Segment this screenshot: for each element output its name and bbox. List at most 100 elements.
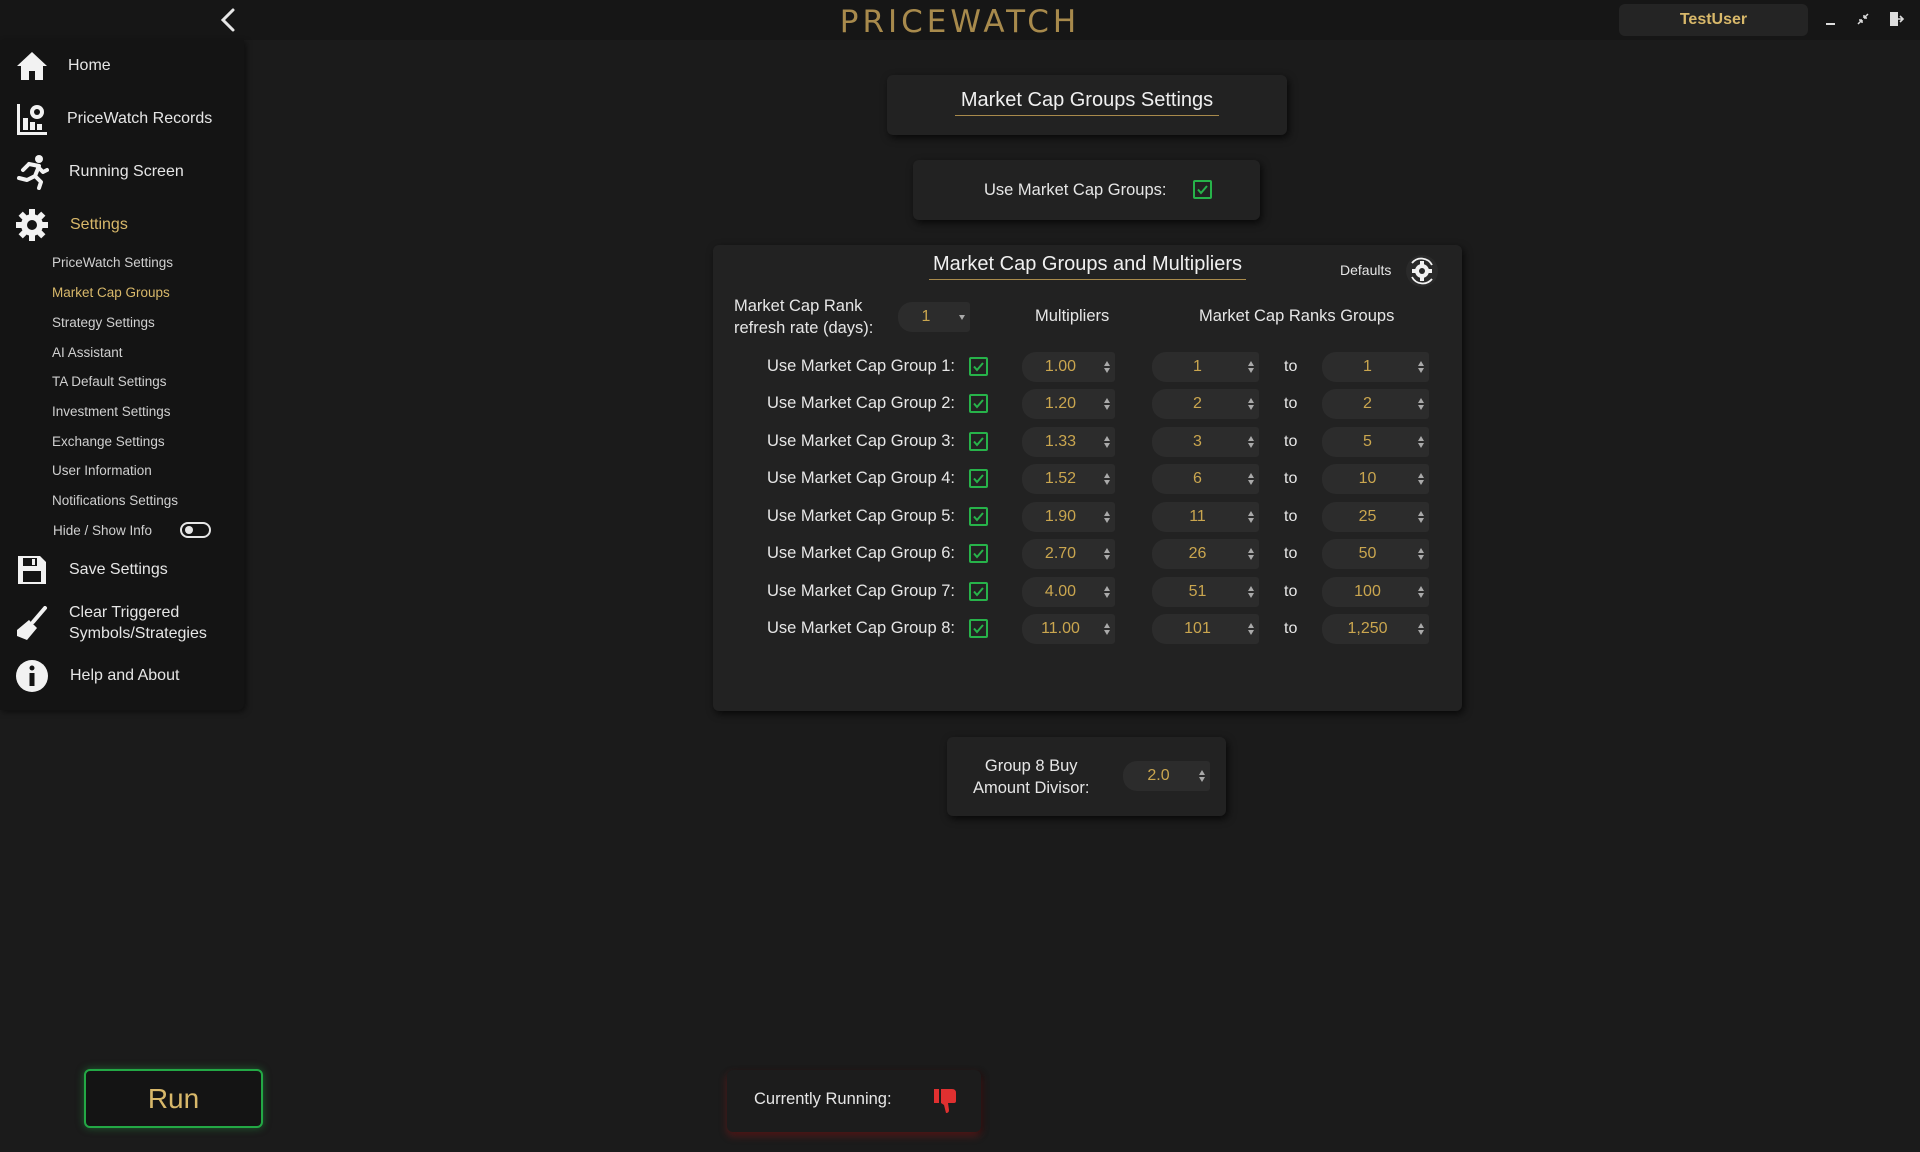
reset-defaults-icon[interactable] <box>1406 255 1438 287</box>
step-up-arrow[interactable] <box>1248 623 1254 628</box>
rank-to-stepper[interactable]: 5 <box>1322 427 1429 457</box>
multiplier-stepper[interactable]: 1.00 <box>1022 352 1115 382</box>
step-up-arrow[interactable] <box>1418 436 1424 441</box>
rank-to-stepper[interactable]: 1,250 <box>1322 614 1429 644</box>
nav-help-about[interactable]: Help and About <box>0 656 244 696</box>
step-down-arrow[interactable] <box>1104 405 1110 410</box>
step-up-arrow[interactable] <box>1248 436 1254 441</box>
step-down-arrow[interactable] <box>1418 518 1424 523</box>
sub-user-information[interactable]: User Information <box>52 463 152 478</box>
step-down-arrow[interactable] <box>1418 443 1424 448</box>
step-up-arrow[interactable] <box>1104 548 1110 553</box>
step-down-arrow[interactable] <box>1418 368 1424 373</box>
step-up-arrow[interactable] <box>1418 473 1424 478</box>
rank-from-stepper[interactable]: 101 <box>1152 614 1259 644</box>
step-up-arrow[interactable] <box>1104 623 1110 628</box>
nav-clear-triggered[interactable]: Clear Triggered Symbols/Strategies <box>0 596 244 650</box>
multiplier-stepper[interactable]: 1.90 <box>1022 502 1115 532</box>
restore-icon[interactable] <box>1852 8 1874 30</box>
step-up-arrow[interactable] <box>1248 548 1254 553</box>
step-down-arrow[interactable] <box>1248 593 1254 598</box>
step-down-arrow[interactable] <box>1104 555 1110 560</box>
multiplier-stepper[interactable]: 1.33 <box>1022 427 1115 457</box>
rank-from-stepper[interactable]: 26 <box>1152 539 1259 569</box>
run-button[interactable]: Run <box>84 1069 263 1128</box>
step-down-arrow[interactable] <box>1418 555 1424 560</box>
rank-from-stepper[interactable]: 3 <box>1152 427 1259 457</box>
step-down-arrow[interactable] <box>1248 368 1254 373</box>
step-down-arrow[interactable] <box>1104 518 1110 523</box>
sub-market-cap-groups[interactable]: Market Cap Groups <box>52 285 170 300</box>
group-checkbox[interactable] <box>969 619 988 638</box>
refresh-rate-dropdown[interactable]: 1 <box>898 302 970 332</box>
multiplier-stepper[interactable]: 11.00 <box>1022 614 1115 644</box>
step-down-arrow[interactable] <box>1418 630 1424 635</box>
multiplier-stepper[interactable]: 2.70 <box>1022 539 1115 569</box>
step-up-arrow[interactable] <box>1104 473 1110 478</box>
step-up-arrow[interactable] <box>1418 398 1424 403</box>
group-checkbox[interactable] <box>969 357 988 376</box>
rank-to-stepper[interactable]: 1 <box>1322 352 1429 382</box>
step-up-arrow[interactable] <box>1104 436 1110 441</box>
multiplier-stepper[interactable]: 1.20 <box>1022 389 1115 419</box>
step-down-arrow[interactable] <box>1418 480 1424 485</box>
group-checkbox[interactable] <box>969 582 988 601</box>
step-down-arrow[interactable] <box>1199 777 1205 782</box>
nav-save-settings[interactable]: Save Settings <box>0 550 244 590</box>
step-down-arrow[interactable] <box>1248 518 1254 523</box>
rank-from-stepper[interactable]: 1 <box>1152 352 1259 382</box>
rank-from-stepper[interactable]: 51 <box>1152 577 1259 607</box>
nav-home[interactable]: Home <box>0 46 244 86</box>
step-up-arrow[interactable] <box>1104 511 1110 516</box>
rank-to-stepper[interactable]: 2 <box>1322 389 1429 419</box>
step-down-arrow[interactable] <box>1104 630 1110 635</box>
rank-to-stepper[interactable]: 50 <box>1322 539 1429 569</box>
rank-to-stepper[interactable]: 100 <box>1322 577 1429 607</box>
step-up-arrow[interactable] <box>1248 398 1254 403</box>
nav-pricewatch-records[interactable]: PriceWatch Records <box>0 99 244 139</box>
sub-investment-settings[interactable]: Investment Settings <box>52 404 171 419</box>
hide-show-info-toggle[interactable] <box>180 522 211 538</box>
step-down-arrow[interactable] <box>1418 593 1424 598</box>
step-up-arrow[interactable] <box>1104 398 1110 403</box>
step-down-arrow[interactable] <box>1248 555 1254 560</box>
step-down-arrow[interactable] <box>1248 630 1254 635</box>
divisor-stepper[interactable]: 2.0 <box>1123 761 1210 791</box>
sub-strategy-settings[interactable]: Strategy Settings <box>52 315 155 330</box>
group-checkbox[interactable] <box>969 544 988 563</box>
step-up-arrow[interactable] <box>1418 586 1424 591</box>
rank-to-stepper[interactable]: 10 <box>1322 464 1429 494</box>
sub-ai-assistant[interactable]: AI Assistant <box>52 345 123 360</box>
step-up-arrow[interactable] <box>1104 361 1110 366</box>
step-down-arrow[interactable] <box>1418 405 1424 410</box>
group-checkbox[interactable] <box>969 432 988 451</box>
step-down-arrow[interactable] <box>1104 368 1110 373</box>
step-up-arrow[interactable] <box>1248 586 1254 591</box>
step-up-arrow[interactable] <box>1418 361 1424 366</box>
sub-exchange-settings[interactable]: Exchange Settings <box>52 434 165 449</box>
step-up-arrow[interactable] <box>1248 473 1254 478</box>
step-up-arrow[interactable] <box>1104 586 1110 591</box>
group-checkbox[interactable] <box>969 469 988 488</box>
rank-from-stepper[interactable]: 6 <box>1152 464 1259 494</box>
multiplier-stepper[interactable]: 4.00 <box>1022 577 1115 607</box>
exit-icon[interactable] <box>1885 8 1907 30</box>
step-down-arrow[interactable] <box>1104 480 1110 485</box>
step-down-arrow[interactable] <box>1104 593 1110 598</box>
step-down-arrow[interactable] <box>1248 405 1254 410</box>
nav-settings[interactable]: Settings <box>0 205 244 245</box>
step-down-arrow[interactable] <box>1104 443 1110 448</box>
back-chevron-icon[interactable] <box>216 6 242 34</box>
use-groups-checkbox[interactable] <box>1193 180 1212 199</box>
rank-from-stepper[interactable]: 2 <box>1152 389 1259 419</box>
sub-ta-default-settings[interactable]: TA Default Settings <box>52 374 167 389</box>
step-down-arrow[interactable] <box>1248 443 1254 448</box>
step-up-arrow[interactable] <box>1418 623 1424 628</box>
step-up-arrow[interactable] <box>1418 548 1424 553</box>
rank-to-stepper[interactable]: 25 <box>1322 502 1429 532</box>
user-badge[interactable]: TestUser <box>1619 4 1808 36</box>
sub-notifications-settings[interactable]: Notifications Settings <box>52 493 178 508</box>
nav-running-screen[interactable]: Running Screen <box>0 152 244 192</box>
group-checkbox[interactable] <box>969 394 988 413</box>
step-up-arrow[interactable] <box>1418 511 1424 516</box>
